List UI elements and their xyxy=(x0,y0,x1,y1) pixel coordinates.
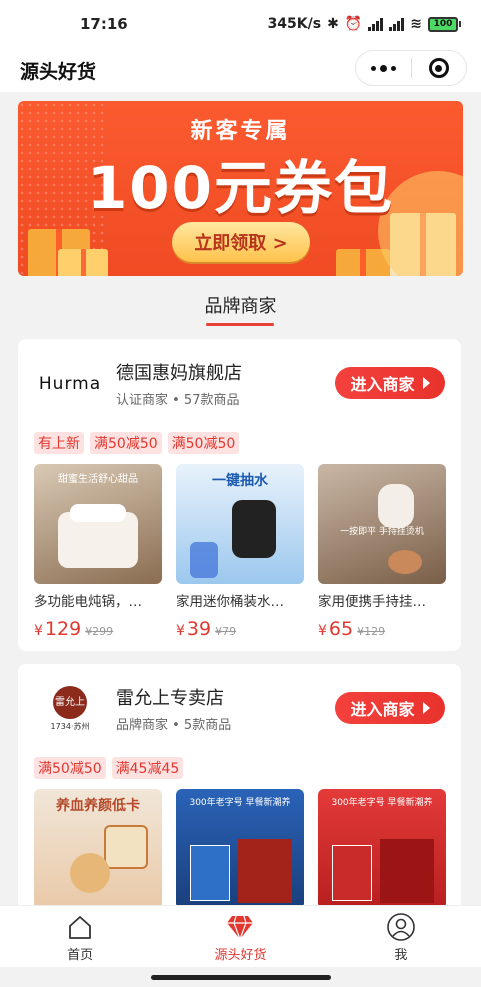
promo-tags: 有上新 满50减50 满50减50 xyxy=(34,432,240,454)
mini-program-capsule xyxy=(355,50,467,86)
product-image: 一键抽水 xyxy=(176,464,304,584)
tab-home[interactable]: 首页 xyxy=(0,906,160,967)
store-card[interactable]: 雷允上 1734·苏州 雷允上专卖店 品牌商家 • 5款商品 进入商家 满50减… xyxy=(18,664,461,914)
alarm-icon: ⏰ xyxy=(344,16,363,32)
bottom-tab-bar: 首页 源头好货 我 xyxy=(0,905,481,967)
target-icon xyxy=(428,58,449,78)
product-name: 家用迷你桶装水… xyxy=(176,594,284,610)
store-card[interactable]: Hurma 德国惠妈旗舰店 认证商家 • 57款商品 进入商家 有上新 满50减… xyxy=(18,339,461,651)
network-speed: 345K/s xyxy=(267,16,322,32)
store-logo: 雷允上 1734·苏州 xyxy=(40,686,100,732)
home-icon xyxy=(65,912,95,942)
tab-me[interactable]: 我 xyxy=(321,906,481,967)
wifi-icon: ≋ xyxy=(410,16,422,32)
product-image: 300年老字号 早餐新潮养 xyxy=(318,789,446,909)
product-name: 家用便携手持挂… xyxy=(318,594,426,610)
tab-me-label: 我 xyxy=(394,948,408,963)
battery-icon: 100 xyxy=(428,16,461,32)
tab-source-goods[interactable]: 源头好货 xyxy=(160,906,320,967)
original-price: ¥299 xyxy=(85,625,114,638)
tab-source-goods-label: 源头好货 xyxy=(214,948,267,963)
claim-coupon-button[interactable]: 立即领取 > xyxy=(172,222,310,262)
product-item[interactable]: 300年老字号 早餐新潮养 xyxy=(318,789,446,909)
store-name: 德国惠妈旗舰店 xyxy=(116,363,242,384)
status-time: 17:16 xyxy=(80,15,128,33)
product-list: 甜蜜生活舒心甜品 多功能电炖锅，… ¥ 129 ¥299 一键抽水 家用迷你桶装… xyxy=(34,464,446,640)
signal-icon xyxy=(368,17,384,31)
nav-bar: 源头好货 xyxy=(0,48,481,92)
coupon-banner[interactable]: 新客专属 100元券包 立即领取 > xyxy=(18,101,463,276)
diamond-icon xyxy=(225,912,255,942)
status-icons: 345K/s ✱ ⏰ ≋ 100 xyxy=(268,16,461,32)
product-name: 多功能电炖锅，… xyxy=(34,594,142,610)
enter-store-label: 进入商家 xyxy=(350,375,415,394)
product-item[interactable]: 一按即平 手持挂烫机 家用便携手持挂… ¥ 65 ¥129 xyxy=(318,464,446,640)
promo-tag: 满50减50 xyxy=(90,432,162,454)
product-item[interactable]: 养血养颜低卡 xyxy=(34,789,162,909)
promo-tag: 有上新 xyxy=(34,432,84,454)
arrow-right-icon xyxy=(422,702,430,714)
original-price: ¥129 xyxy=(357,625,386,638)
product-list: 养血养颜低卡 300年老字号 早餐新潮养 300年老字号 早餐新潮养 xyxy=(34,789,446,909)
status-bar: 17:16 345K/s ✱ ⏰ ≋ 100 xyxy=(0,0,481,48)
store-meta: 认证商家 • 57款商品 xyxy=(116,393,240,408)
signal-icon-2 xyxy=(389,17,405,31)
tab-home-label: 首页 xyxy=(67,948,94,963)
product-item[interactable]: 300年老字号 早餐新潮养 xyxy=(176,789,304,909)
product-item[interactable]: 甜蜜生活舒心甜品 多功能电炖锅，… ¥ 129 ¥299 xyxy=(34,464,162,640)
product-image: 一按即平 手持挂烫机 xyxy=(318,464,446,584)
promo-tag: 满50减50 xyxy=(167,432,240,454)
product-image: 甜蜜生活舒心甜品 xyxy=(34,464,162,584)
original-price: ¥79 xyxy=(215,625,237,638)
promo-tag: 满50减50 xyxy=(34,757,106,779)
enter-store-button[interactable]: 进入商家 xyxy=(335,692,445,724)
promo-tags: 满50减50 满45减45 xyxy=(34,757,184,779)
enter-store-button[interactable]: 进入商家 xyxy=(335,367,445,399)
bluetooth-icon: ✱ xyxy=(327,16,339,32)
store-logo: Hurma xyxy=(38,374,102,394)
product-image: 300年老字号 早餐新潮养 xyxy=(176,789,304,909)
more-button[interactable] xyxy=(356,64,411,72)
battery-level: 100 xyxy=(428,16,458,32)
product-price: ¥ 65 ¥129 xyxy=(318,618,386,640)
user-icon xyxy=(386,912,416,942)
product-item[interactable]: 一键抽水 家用迷你桶装水… ¥ 39 ¥79 xyxy=(176,464,304,640)
page-title: 源头好货 xyxy=(20,60,97,83)
arrow-right-icon xyxy=(422,377,430,389)
promo-tag: 满45减45 xyxy=(111,757,184,779)
product-price: ¥ 39 ¥79 xyxy=(176,618,237,640)
banner-title: 100元券包 xyxy=(86,154,395,222)
section-title: 品牌商家 xyxy=(204,296,277,317)
product-price: ¥ 129 ¥299 xyxy=(34,618,114,640)
enter-store-label: 进入商家 xyxy=(350,700,415,719)
store-meta: 品牌商家 • 5款商品 xyxy=(116,718,232,733)
close-mini-program-button[interactable] xyxy=(412,58,467,78)
store-name: 雷允上专卖店 xyxy=(116,688,224,709)
home-indicator[interactable] xyxy=(151,975,331,980)
product-image: 养血养颜低卡 xyxy=(34,789,162,909)
section-underline xyxy=(206,323,274,326)
